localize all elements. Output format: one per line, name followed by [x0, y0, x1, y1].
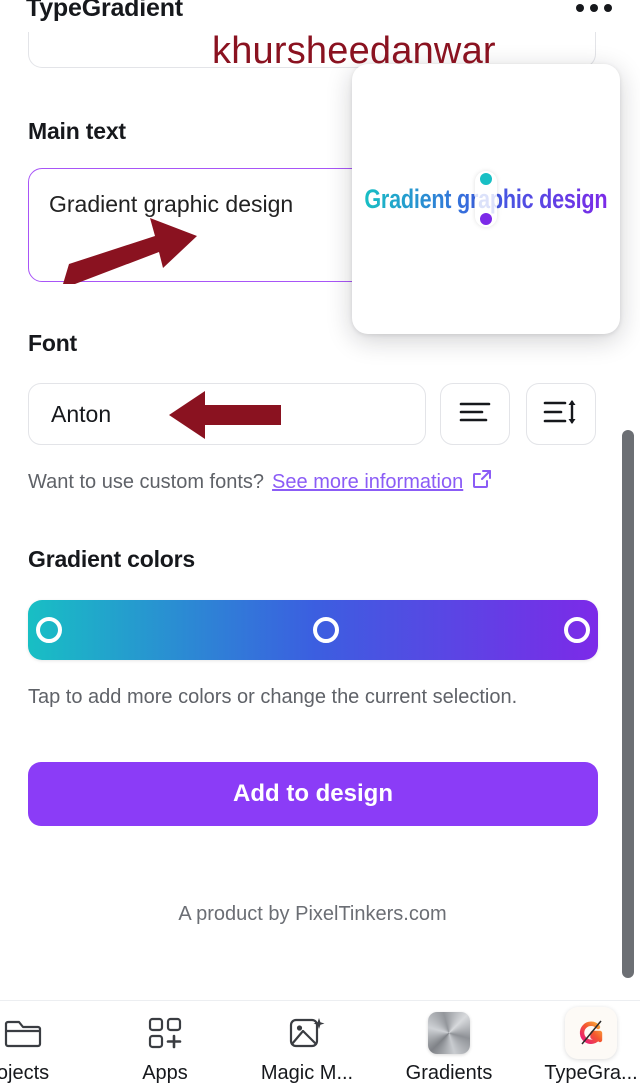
gradient-stop-0[interactable]: [36, 617, 62, 643]
text-align-button[interactable]: [440, 383, 510, 445]
nav-item-projects[interactable]: ojects: [0, 1001, 94, 1092]
app-header: TypeGradient: [0, 0, 640, 30]
line-height-icon: [543, 398, 579, 431]
folder-icon: [3, 1013, 43, 1053]
typegradient-app-icon: [565, 1007, 617, 1059]
font-label: Font: [28, 330, 78, 356]
nav-item-magic-media[interactable]: Magic M...: [236, 1001, 378, 1092]
nav-label-magic-media: Magic M...: [260, 1062, 354, 1084]
selection-dot-top[interactable]: [480, 173, 492, 185]
text-selection-handle[interactable]: [475, 171, 497, 227]
page-scrollbar[interactable]: [622, 430, 634, 978]
line-height-button[interactable]: [526, 383, 596, 445]
bottom-navigation: ojects Apps Magic M... Gradients TypeGra…: [0, 1000, 640, 1092]
nav-label-typegradient: TypeGra...: [544, 1062, 638, 1084]
selection-dot-bottom[interactable]: [480, 213, 492, 225]
font-select-value: Anton: [51, 400, 112, 427]
nav-label-apps: Apps: [142, 1062, 188, 1084]
nav-label-projects: ojects: [0, 1062, 50, 1084]
nav-label-gradients: Gradients: [405, 1062, 493, 1084]
scrollbar-thumb[interactable]: [622, 430, 634, 978]
nav-item-apps[interactable]: Apps: [94, 1001, 236, 1092]
see-more-information-link[interactable]: See more information: [272, 471, 463, 494]
nav-item-gradients[interactable]: Gradients: [378, 1001, 520, 1092]
gradient-hint: Tap to add more colors or change the cur…: [28, 686, 518, 708]
gradient-tile-icon: [428, 1012, 470, 1054]
font-select[interactable]: Anton: [28, 383, 426, 445]
magic-image-icon: [287, 1013, 327, 1053]
main-text-label: Main text: [28, 118, 126, 144]
gradient-stop-100[interactable]: [564, 617, 590, 643]
footer-note: A product by PixelTinkers.com: [178, 903, 447, 925]
gradient-preview-card[interactable]: Gradient graphic design: [352, 64, 620, 334]
typegradient-app-screen: TypeGradient Main text Gradient graphic …: [0, 0, 640, 1092]
external-link-icon[interactable]: [471, 468, 493, 496]
add-to-design-button[interactable]: Add to design: [28, 762, 598, 826]
page-title: TypeGradient: [26, 0, 183, 22]
gradient-stop-50[interactable]: [313, 617, 339, 643]
gradient-bar[interactable]: [28, 600, 598, 660]
apps-grid-plus-icon: [146, 1013, 184, 1053]
custom-font-question: Want to use custom fonts?: [28, 470, 265, 493]
custom-font-helper: Want to use custom fonts? See more infor…: [28, 468, 493, 496]
gradient-colors-label: Gradient colors: [28, 546, 195, 572]
text-align-left-icon: [458, 399, 492, 430]
more-horizontal-icon[interactable]: [574, 0, 614, 18]
nav-item-typegradient[interactable]: TypeGra...: [520, 1001, 640, 1092]
preview-text-wrap: Gradient graphic design: [352, 171, 620, 227]
watermark-annotation: khursheedanwar: [212, 30, 496, 72]
